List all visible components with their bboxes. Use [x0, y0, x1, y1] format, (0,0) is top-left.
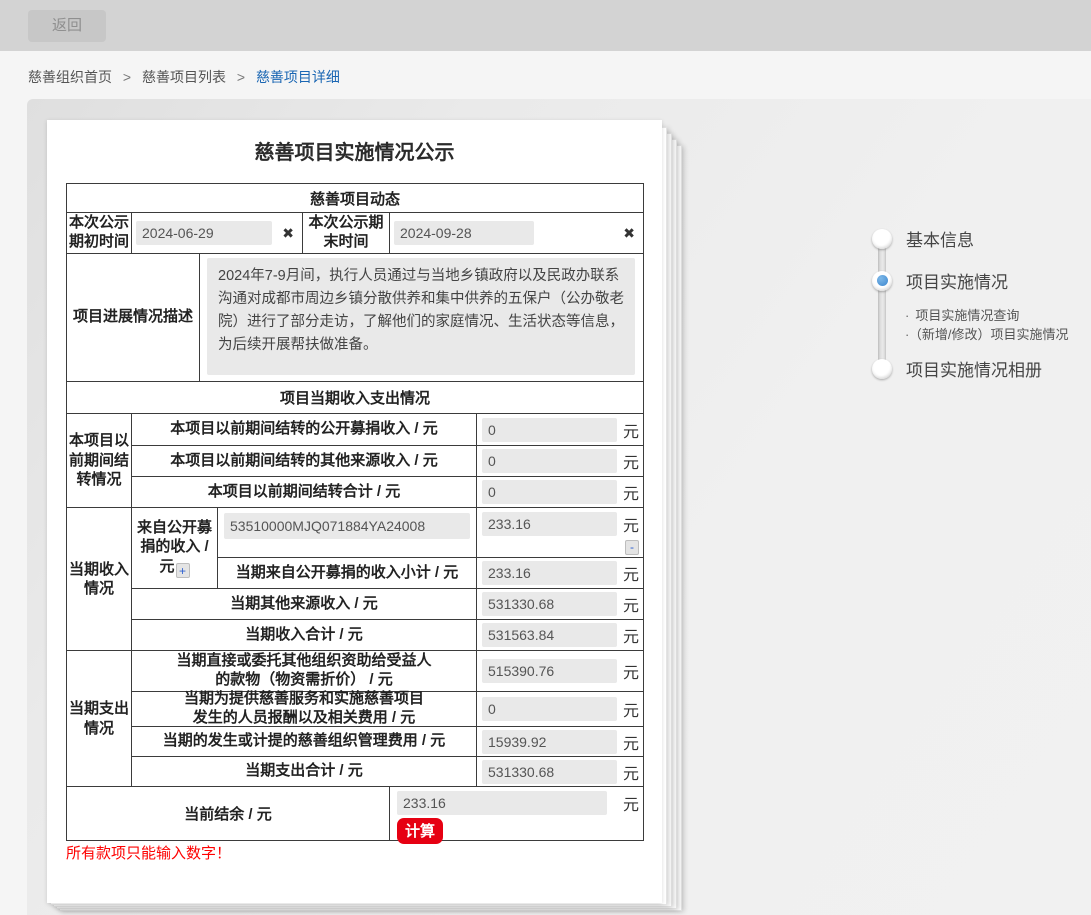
add-income-row-button[interactable]: + [176, 563, 190, 578]
unit-label: 元 [623, 760, 639, 784]
breadcrumb-home[interactable]: 慈善组织首页 [28, 69, 112, 85]
end-date-label: 本次公示期末时间 [302, 213, 389, 253]
carryover-other-label: 本项目以前期间结转的其他来源收入 / 元 [132, 446, 476, 476]
sidebar-subitem-implementation-edit[interactable]: ·（新增/修改）项目实施情况 [905, 324, 1068, 343]
expense-total-input[interactable] [482, 760, 617, 784]
expense-admin-input[interactable] [482, 730, 617, 754]
step-node-icon [872, 359, 892, 379]
income-total-input[interactable] [482, 623, 617, 647]
unit-label: 元 [623, 418, 639, 442]
breadcrumb-project-list[interactable]: 慈善项目列表 [142, 69, 226, 85]
public-income-input[interactable] [482, 512, 617, 536]
income-group-label: 当期收入情况 [67, 508, 131, 650]
public-subtotal-input[interactable] [482, 561, 617, 585]
clear-start-date-icon[interactable]: ✖ [282, 225, 294, 242]
step-label[interactable]: 基本信息 [906, 226, 974, 251]
publicity-table: 慈善项目动态 本次公示期初时间 ✖ 本次公示期末时间 ✖ 项目进展情况描述 20… [66, 183, 644, 841]
carryover-group-label: 本项目以前期间结转情况 [67, 414, 131, 507]
carryover-public-label: 本项目以前期间结转的公开募捐收入 / 元 [132, 414, 476, 445]
income-total-label: 当期收入合计 / 元 [132, 620, 476, 650]
unit-label: 元 [623, 512, 639, 536]
start-date-input[interactable] [136, 221, 272, 245]
public-income-label: 来自公开募捐的收入 / 元+ [132, 508, 217, 588]
other-income-label: 当期其他来源收入 / 元 [132, 589, 476, 619]
other-income-input[interactable] [482, 592, 617, 616]
page-title: 慈善项目实施情况公示 [47, 136, 662, 165]
unit-label: 元 [623, 697, 639, 721]
expense-grant-input[interactable] [482, 659, 617, 683]
unit-label: 元 [623, 730, 639, 754]
step-label[interactable]: 项目实施情况 [906, 268, 1008, 293]
unit-label: 元 [623, 623, 639, 647]
unit-label: 元 [623, 659, 639, 683]
sidebar-subitem-implementation-query[interactable]: ·项目实施情况查询 [905, 305, 1019, 324]
remove-income-row-button[interactable]: - [625, 540, 639, 555]
unit-label: 元 [623, 480, 639, 504]
breadcrumb: 慈善组织首页 > 慈善项目列表 > 慈善项目详细 [28, 67, 347, 87]
expense-staff-label: 当期为提供慈善服务和实施慈善项目 发生的人员报酬以及相关费用 / 元 [132, 692, 476, 726]
credit-code-input[interactable] [224, 513, 470, 539]
progress-description-label: 项目进展情况描述 [67, 254, 199, 381]
bullet-icon: · [905, 308, 909, 323]
sidebar-item-implementation[interactable]: 项目实施情况 [872, 268, 1008, 293]
carryover-total-label: 本项目以前期间结转合计 / 元 [132, 477, 476, 507]
balance-label: 当前结余 / 元 [67, 787, 389, 840]
progress-description-textarea[interactable]: 2024年7-9月间，执行人员通过与当地乡镇政府以及民政办联系沟通对成都市周边乡… [207, 258, 635, 375]
sidebar-item-basic-info[interactable]: 基本信息 [872, 226, 974, 251]
validation-note: 所有款项只能输入数字！ [66, 842, 231, 863]
carryover-other-input[interactable] [482, 449, 617, 473]
unit-label: 元 [623, 592, 639, 616]
dynamics-section-header: 慈善项目动态 [67, 184, 643, 212]
expense-total-label: 当期支出合计 / 元 [132, 757, 476, 786]
expense-admin-label: 当期的发生或计提的慈善组织管理费用 / 元 [132, 727, 476, 756]
sidebar-item-implementation-album[interactable]: 项目实施情况相册 [872, 356, 1042, 381]
unit-label: 元 [623, 449, 639, 473]
publicity-form-card: 慈善项目实施情况公示 慈善项目动态 本次公示期初时间 ✖ 本次公示期末时间 ✖ … [47, 120, 662, 903]
clear-end-date-icon[interactable]: ✖ [623, 225, 635, 242]
breadcrumb-separator: > [123, 69, 131, 85]
bullet-icon: · [905, 327, 909, 342]
step-label[interactable]: 项目实施情况相册 [906, 356, 1042, 381]
back-button[interactable]: 返回 [28, 10, 106, 42]
calculate-button[interactable]: 计算 [397, 818, 443, 844]
top-bar: 返回 [0, 0, 1091, 51]
step-node-icon [872, 229, 892, 249]
breadcrumb-separator: > [237, 69, 245, 85]
end-date-input[interactable] [394, 221, 534, 245]
step-track [878, 236, 886, 376]
expense-group-label: 当期支出情况 [67, 651, 131, 786]
carryover-public-input[interactable] [482, 418, 617, 442]
expense-grant-label: 当期直接或委托其他组织资助给受益人 的款物（物资需折价） / 元 [132, 651, 476, 691]
start-date-label: 本次公示期初时间 [67, 213, 131, 253]
balance-input[interactable] [397, 791, 607, 815]
public-subtotal-label: 当期来自公开募捐的收入小计 / 元 [218, 558, 476, 588]
finance-section-header: 项目当期收入支出情况 [67, 381, 643, 413]
expense-staff-input[interactable] [482, 697, 617, 721]
unit-label: 元 [623, 791, 639, 815]
unit-label: 元 [623, 561, 639, 585]
step-node-icon-active [872, 271, 892, 291]
breadcrumb-project-detail[interactable]: 慈善项目详细 [256, 69, 340, 85]
carryover-total-input[interactable] [482, 480, 617, 504]
